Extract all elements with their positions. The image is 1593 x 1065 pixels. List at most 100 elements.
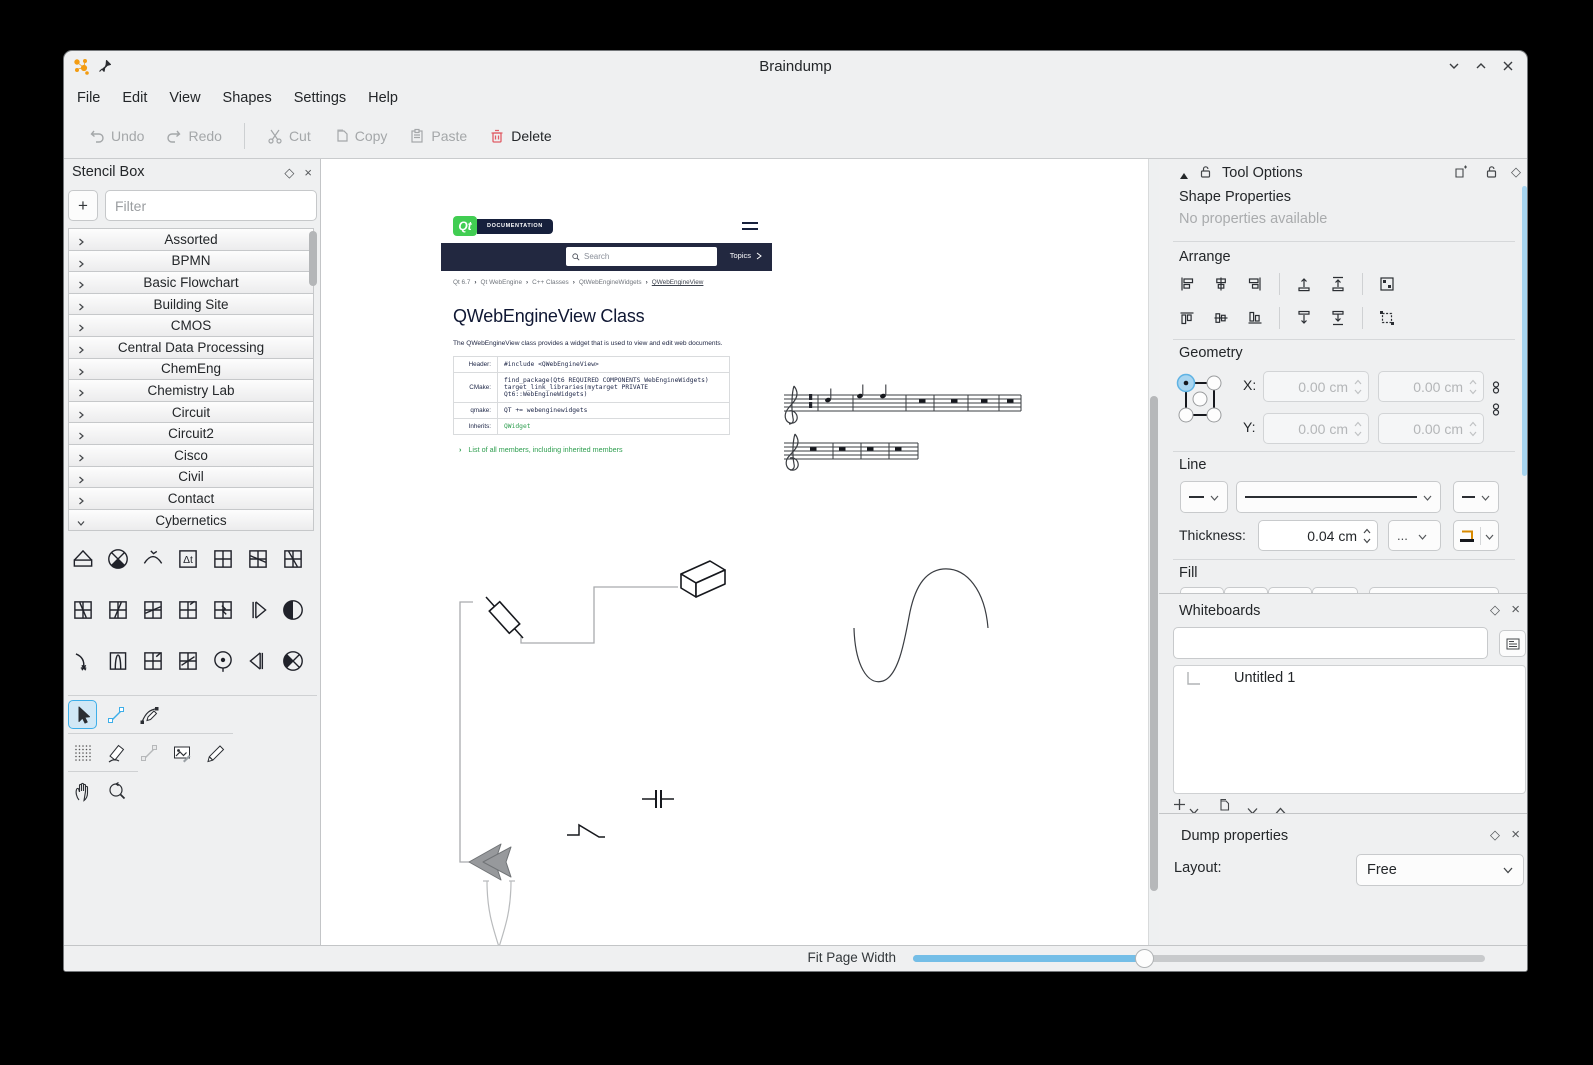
stencil-category-bpmn[interactable]: BPMN: [68, 250, 314, 273]
titlebar[interactable]: Braindump: [64, 51, 1527, 83]
thickness-spinbox[interactable]: 0.04 cm: [1258, 520, 1378, 551]
line-style-dropdown[interactable]: [1236, 481, 1441, 513]
maximize-button[interactable]: [1472, 57, 1490, 75]
stencil-shape-circle-cross-icon[interactable]: [280, 648, 306, 674]
detach-icon[interactable]: ◇: [1490, 827, 1500, 843]
stencil-shape-half-filled-circle-icon[interactable]: [280, 597, 306, 623]
list-view-button[interactable]: [1499, 630, 1526, 657]
gradient-tool-button[interactable]: [134, 738, 163, 767]
stencil-shape-junction-diag-1-icon[interactable]: [245, 546, 271, 572]
panel-scrollbar[interactable]: [1522, 186, 1527, 476]
zoom-slider[interactable]: [913, 955, 1485, 962]
capacitor[interactable]: [642, 790, 674, 808]
group-button[interactable]: [1377, 275, 1397, 293]
stencil-shape-junction-mix-1-icon[interactable]: [70, 597, 96, 623]
stencil-category-circuit2[interactable]: Circuit2: [68, 422, 314, 445]
menu-file[interactable]: File: [66, 86, 111, 110]
anchor-selector[interactable]: [1173, 369, 1231, 446]
stencil-shape-buffer-triangle-icon[interactable]: [245, 597, 271, 623]
align-top-button[interactable]: [1177, 309, 1197, 327]
connector-wires[interactable]: [460, 587, 678, 862]
stencil-shape-mixer-circle-icon[interactable]: [105, 546, 131, 572]
cut-button[interactable]: Cut: [267, 128, 311, 144]
undo-button[interactable]: Undo: [89, 128, 144, 144]
image-tool-button[interactable]: [167, 738, 196, 767]
menu-shapes[interactable]: Shapes: [212, 86, 283, 110]
stencil-shape-triangle-left-icon[interactable]: [245, 648, 271, 674]
resistor[interactable]: [486, 597, 523, 638]
stencil-shape-arc-asterisk-icon[interactable]: [70, 648, 96, 674]
stencil-shape-junction-mix-4-icon[interactable]: [175, 597, 201, 623]
stencil-category-building-site[interactable]: Building Site: [68, 293, 314, 316]
line-start-dropdown[interactable]: [1180, 481, 1228, 513]
zoom-tool-button[interactable]: [101, 776, 130, 805]
stencil-shape-junction-mix-5-icon[interactable]: [210, 597, 236, 623]
add-options-chevron[interactable]: [1189, 802, 1199, 813]
stencil-category-chemistry-lab[interactable]: Chemistry Lab: [68, 379, 314, 402]
whiteboard-item[interactable]: Untitled 1: [1174, 666, 1525, 692]
zoom-mode-label[interactable]: Fit Page Width: [807, 950, 896, 965]
stencil-shape-junction-diag-2-icon[interactable]: [280, 546, 306, 572]
detach-icon[interactable]: ◇: [1511, 164, 1521, 180]
add-stencil-button[interactable]: +: [68, 190, 98, 221]
link-x-icon[interactable]: [1491, 381, 1501, 399]
y-position-spinbox[interactable]: 0.00 cm: [1263, 413, 1369, 444]
minimize-button[interactable]: [1445, 57, 1463, 75]
stencil-list-scrollbar[interactable]: [309, 231, 317, 286]
line-end-dropdown[interactable]: [1453, 481, 1499, 513]
stencil-category-basic-flowchart[interactable]: Basic Flowchart: [68, 271, 314, 294]
menu-view[interactable]: View: [158, 86, 211, 110]
stencil-category-civil[interactable]: Civil: [68, 466, 314, 489]
collapse-icon[interactable]: [1179, 168, 1189, 186]
remove-whiteboard-button[interactable]: [1511, 803, 1524, 813]
bullet-shape[interactable]: [483, 881, 515, 947]
stencil-shape-settling-tank-icon[interactable]: [70, 546, 96, 572]
stencil-shape-delta-t-box-icon[interactable]: Δt: [175, 546, 201, 572]
ungroup-button[interactable]: [1377, 309, 1397, 327]
lock-icon[interactable]: [1485, 165, 1498, 184]
pan-tool-button[interactable]: [68, 776, 97, 805]
path-edit-tool-button[interactable]: [134, 700, 163, 729]
selection-arrow[interactable]: [469, 844, 511, 880]
move-down-button[interactable]: [1247, 802, 1258, 813]
stencil-category-contact[interactable]: Contact: [68, 487, 314, 510]
stencil-shape-junction-tick-icon[interactable]: [140, 648, 166, 674]
canvas-vertical-scrollbar[interactable]: [1148, 159, 1159, 947]
close-panel-icon[interactable]: ×: [304, 165, 312, 181]
calligraphy-tool-button[interactable]: [101, 738, 130, 767]
raise-button[interactable]: [1294, 275, 1314, 293]
add-whiteboard-button[interactable]: [1173, 798, 1186, 813]
stencil-category-central-data-processing[interactable]: Central Data Processing: [68, 336, 314, 359]
new-window-icon[interactable]: [1454, 165, 1468, 184]
stencil-category-assorted[interactable]: Assorted: [68, 228, 314, 251]
layout-select[interactable]: Free: [1356, 854, 1524, 886]
stencil-shape-arc-transition-icon[interactable]: [140, 546, 166, 572]
close-button[interactable]: [1499, 57, 1517, 75]
redo-button[interactable]: Redo: [166, 128, 221, 144]
pencil-tool-button[interactable]: [200, 738, 229, 767]
stencil-shape-circle-dot-icon[interactable]: [210, 648, 236, 674]
align-right-button[interactable]: [1245, 275, 1265, 293]
move-up-button[interactable]: [1275, 802, 1286, 813]
align-bottom-button[interactable]: [1245, 309, 1265, 327]
whiteboard-list[interactable]: Untitled 1: [1173, 665, 1526, 794]
select-tool-button[interactable]: [68, 700, 97, 729]
music-staff-1[interactable]: [784, 385, 1021, 425]
stencil-category-cmos[interactable]: CMOS: [68, 314, 314, 337]
stencil-shape-junction-mix-3-icon[interactable]: [140, 597, 166, 623]
unlock-icon[interactable]: [1199, 165, 1212, 184]
whiteboard-canvas[interactable]: Qt DOCUMENTATION Search Topics Qt 6.7›Q: [321, 159, 1148, 947]
whiteboard-name-input[interactable]: [1173, 627, 1488, 659]
menu-edit[interactable]: Edit: [111, 86, 158, 110]
width-spinbox[interactable]: 0.00 cm: [1378, 371, 1484, 402]
height-spinbox[interactable]: 0.00 cm: [1378, 413, 1484, 444]
align-vcenter-button[interactable]: [1211, 309, 1231, 327]
x-position-spinbox[interactable]: 0.00 cm: [1263, 371, 1369, 402]
stencil-category-chemeng[interactable]: ChemEng: [68, 358, 314, 381]
stencil-shape-membrane-box-icon[interactable]: [105, 648, 131, 674]
line-options-dropdown[interactable]: ...: [1388, 520, 1441, 551]
float-panel-icon[interactable]: ◇: [284, 165, 294, 181]
stencil-shape-junction-mix-2-icon[interactable]: [105, 597, 131, 623]
send-to-back-button[interactable]: [1328, 309, 1348, 327]
scrollbar-thumb[interactable]: [1150, 396, 1158, 891]
